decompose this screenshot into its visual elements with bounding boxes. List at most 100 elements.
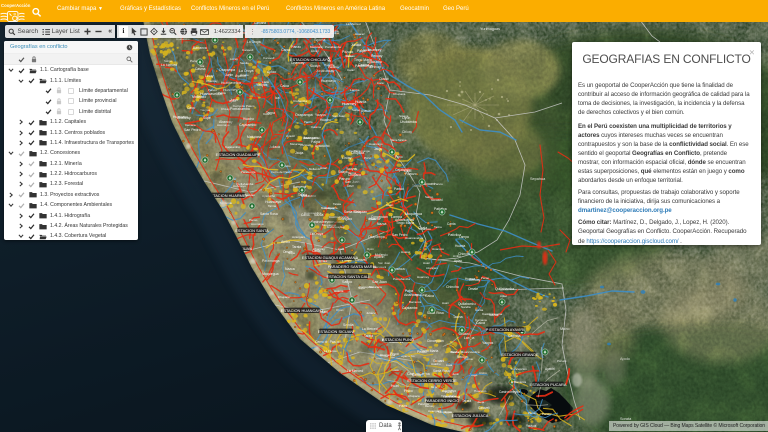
svg-text:Tarata: Tarata bbox=[292, 245, 301, 249]
svg-text:Huancavelica: Huancavelica bbox=[461, 350, 480, 354]
svg-text:Huancayo: Huancayo bbox=[369, 142, 383, 146]
svg-text:Oxapampa: Oxapampa bbox=[219, 68, 235, 72]
svg-text:Chancay: Chancay bbox=[206, 79, 218, 83]
svg-text:ESTACION GUAQUI ACAMANA: ESTACION GUAQUI ACAMANA bbox=[302, 255, 359, 260]
svg-text:Barranca: Barranca bbox=[193, 46, 207, 50]
svg-text:Pisco: Pisco bbox=[404, 389, 413, 393]
svg-text:Huanuco: Huanuco bbox=[432, 247, 444, 251]
svg-text:Lampa: Lampa bbox=[464, 336, 474, 340]
svg-text:Chincha: Chincha bbox=[446, 285, 459, 289]
svg-text:Chupaca: Chupaca bbox=[278, 295, 290, 299]
svg-text:ESTACION GUADALUPE: ESTACION GUADALUPE bbox=[216, 152, 261, 157]
svg-text:Lampa: Lampa bbox=[459, 235, 469, 239]
svg-text:Calca: Calca bbox=[345, 54, 353, 58]
svg-text:Huancayo: Huancayo bbox=[265, 200, 281, 204]
svg-text:Recuay: Recuay bbox=[371, 54, 383, 58]
svg-text:Palpa: Palpa bbox=[405, 289, 413, 293]
svg-text:Huanuco: Huanuco bbox=[419, 227, 431, 231]
svg-text:Ica: Ica bbox=[275, 96, 280, 100]
svg-text:Yauyos: Yauyos bbox=[526, 424, 537, 428]
svg-text:Mollendo: Mollendo bbox=[309, 167, 321, 171]
svg-text:Lampa: Lampa bbox=[350, 88, 360, 92]
svg-text:Caraveli: Caraveli bbox=[242, 48, 254, 52]
svg-text:Oyon: Oyon bbox=[367, 247, 374, 251]
svg-text:Huarmey: Huarmey bbox=[342, 102, 356, 106]
svg-text:Recuay: Recuay bbox=[469, 278, 481, 282]
svg-text:Chupaca: Chupaca bbox=[408, 394, 420, 398]
svg-text:Camana: Camana bbox=[185, 123, 196, 127]
svg-text:Tarma: Tarma bbox=[266, 111, 275, 115]
svg-text:Huarmey: Huarmey bbox=[368, 48, 382, 52]
svg-text:Huari: Huari bbox=[391, 384, 399, 388]
svg-text:ESTACION GRANDE: ESTACION GRANDE bbox=[501, 352, 539, 357]
svg-text:Panao: Panao bbox=[394, 187, 404, 191]
svg-text:Tarma: Tarma bbox=[268, 204, 276, 208]
svg-text:Canta: Canta bbox=[447, 222, 456, 226]
svg-text:Nazca: Nazca bbox=[489, 313, 499, 317]
svg-text:Tarata: Tarata bbox=[298, 193, 307, 197]
svg-text:Oxapampa: Oxapampa bbox=[295, 113, 313, 117]
svg-text:Chancay: Chancay bbox=[313, 247, 325, 251]
svg-text:Palpa: Palpa bbox=[218, 91, 226, 95]
svg-text:Ayaviri: Ayaviri bbox=[361, 109, 371, 113]
svg-text:Huanuco: Huanuco bbox=[474, 389, 487, 393]
svg-text:Huarmey: Huarmey bbox=[417, 275, 430, 279]
svg-text:San Pedro: San Pedro bbox=[392, 233, 408, 237]
svg-text:Paruro: Paruro bbox=[208, 88, 217, 92]
svg-text:Panao: Panao bbox=[481, 276, 490, 280]
svg-text:La Merced: La Merced bbox=[324, 349, 338, 353]
svg-text:Junin: Junin bbox=[225, 73, 233, 77]
svg-text:Caraz: Caraz bbox=[347, 68, 355, 72]
svg-text:Quillabamba: Quillabamba bbox=[236, 182, 254, 186]
svg-text:Tacna: Tacna bbox=[434, 225, 442, 229]
svg-text:P ESTACION AYAVIRI: P ESTACION AYAVIRI bbox=[486, 327, 525, 332]
svg-text:Acomayo: Acomayo bbox=[251, 222, 264, 226]
svg-text:La Oroya: La Oroya bbox=[310, 232, 323, 236]
svg-text:Huari: Huari bbox=[442, 301, 449, 305]
svg-text:Sicuani: Sicuani bbox=[431, 198, 443, 202]
svg-text:Abancay: Abancay bbox=[177, 116, 191, 120]
svg-text:Ayacucho: Ayacucho bbox=[315, 144, 330, 148]
svg-text:Caraz: Caraz bbox=[281, 48, 291, 52]
svg-text:Ayaviri: Ayaviri bbox=[286, 134, 295, 138]
svg-text:Supe: Supe bbox=[203, 116, 211, 120]
svg-text:Nazca: Nazca bbox=[377, 222, 387, 226]
svg-text:Juliaca: Juliaca bbox=[366, 311, 376, 315]
svg-text:Paramonga: Paramonga bbox=[354, 149, 370, 153]
svg-text:Palpa: Palpa bbox=[357, 49, 366, 53]
svg-text:Aplao: Aplao bbox=[454, 259, 462, 263]
svg-text:Chincha: Chincha bbox=[416, 293, 427, 297]
svg-text:Concepcion: Concepcion bbox=[511, 367, 527, 371]
svg-text:Cerro de Pasco: Cerro de Pasco bbox=[271, 170, 292, 174]
svg-text:Oyon: Oyon bbox=[402, 116, 410, 120]
svg-text:Sicuani: Sicuani bbox=[433, 359, 444, 363]
svg-text:Paruro: Paruro bbox=[434, 182, 443, 186]
svg-text:Moquegua: Moquegua bbox=[262, 272, 279, 276]
svg-text:Panao: Panao bbox=[528, 411, 537, 415]
svg-text:Omate: Omate bbox=[468, 287, 478, 291]
svg-text:Azangaro: Azangaro bbox=[426, 266, 438, 270]
svg-text:Ayaviri: Ayaviri bbox=[374, 255, 385, 259]
svg-text:Panao: Panao bbox=[291, 45, 301, 49]
svg-text:Jauja: Jauja bbox=[477, 400, 485, 404]
svg-text:Huari: Huari bbox=[386, 203, 393, 207]
svg-text:Caraveli: Caraveli bbox=[478, 406, 490, 410]
svg-text:Ambo: Ambo bbox=[281, 240, 290, 244]
svg-text:Camana: Camana bbox=[508, 334, 521, 338]
svg-text:Tacna: Tacna bbox=[453, 315, 463, 319]
svg-text:Tingo Maria: Tingo Maria bbox=[396, 221, 414, 225]
svg-text:Moho: Moho bbox=[560, 327, 570, 331]
svg-text:Santa Rosa: Santa Rosa bbox=[260, 212, 278, 216]
svg-text:Cajatambo: Cajatambo bbox=[402, 306, 418, 310]
svg-text:Barranca: Barranca bbox=[514, 380, 527, 384]
svg-text:Ilave: Ilave bbox=[391, 138, 398, 142]
svg-text:Azangaro: Azangaro bbox=[292, 235, 306, 239]
svg-text:Aplao: Aplao bbox=[500, 294, 508, 298]
svg-text:Canta: Canta bbox=[412, 373, 421, 377]
svg-text:Puno: Puno bbox=[445, 390, 452, 394]
svg-text:Huanta: Huanta bbox=[334, 289, 344, 293]
svg-text:Juliaca: Juliaca bbox=[351, 43, 361, 47]
svg-text:Yauyos: Yauyos bbox=[315, 113, 326, 117]
svg-text:Huaraz: Huaraz bbox=[401, 250, 411, 254]
svg-text:ESTACION HUANCAYO: ESTACION HUANCAYO bbox=[281, 308, 323, 313]
